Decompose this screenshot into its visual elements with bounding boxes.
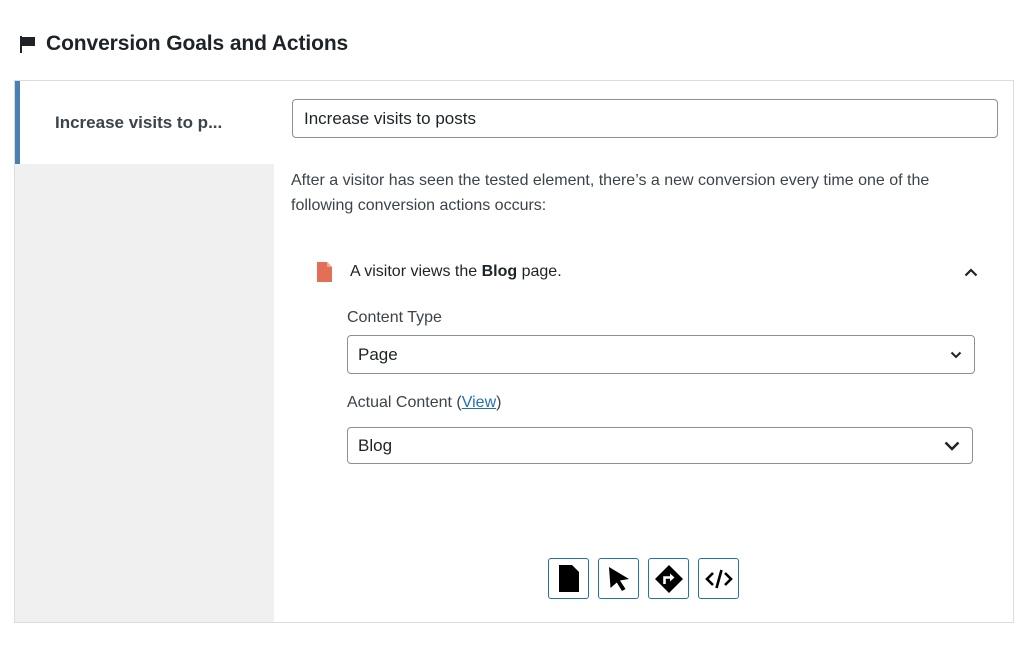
page-title: Conversion Goals and Actions [46, 32, 349, 55]
add-code-action-button[interactable] [698, 558, 739, 599]
content-type-label: Content Type [347, 309, 442, 326]
add-page-action-button[interactable] [548, 558, 589, 599]
chevron-up-icon [964, 267, 978, 276]
add-redirect-action-button[interactable] [648, 558, 689, 599]
action-description: A visitor views the Blog page. [350, 263, 562, 280]
code-icon [704, 569, 733, 588]
content-type-value: Page [358, 344, 398, 364]
view-link[interactable]: View [462, 394, 496, 411]
conversion-action-row[interactable]: A visitor views the Blog page. [317, 257, 982, 287]
collapse-button[interactable] [960, 261, 982, 283]
action-target: Blog [481, 263, 518, 280]
add-click-action-button[interactable] [598, 558, 639, 599]
cursor-icon [608, 566, 629, 591]
page-icon [317, 262, 332, 282]
content-type-select[interactable]: Page [347, 335, 975, 374]
flag-icon [20, 36, 35, 53]
actual-content-select[interactable]: Blog [347, 427, 973, 464]
actual-content-value: Blog [358, 435, 393, 455]
chevron-down-icon [950, 351, 962, 358]
goal-tab-active[interactable]: Increase visits to p... [15, 81, 274, 164]
goal-tab-label: Increase visits to p... [55, 112, 223, 132]
chevron-down-icon [944, 441, 960, 451]
action-type-toolbar [548, 558, 739, 599]
direction-icon [654, 564, 683, 593]
goal-name-input[interactable] [292, 99, 998, 138]
actual-content-label: Actual Content (View) [347, 394, 502, 411]
section-header: Conversion Goals and Actions [18, 30, 348, 58]
goal-description: After a visitor has seen the tested elem… [291, 172, 930, 214]
goals-panel: Increase visits to p... After a visitor … [14, 80, 1014, 623]
goals-sidebar: Increase visits to p... [15, 81, 274, 622]
page-icon [558, 565, 579, 592]
